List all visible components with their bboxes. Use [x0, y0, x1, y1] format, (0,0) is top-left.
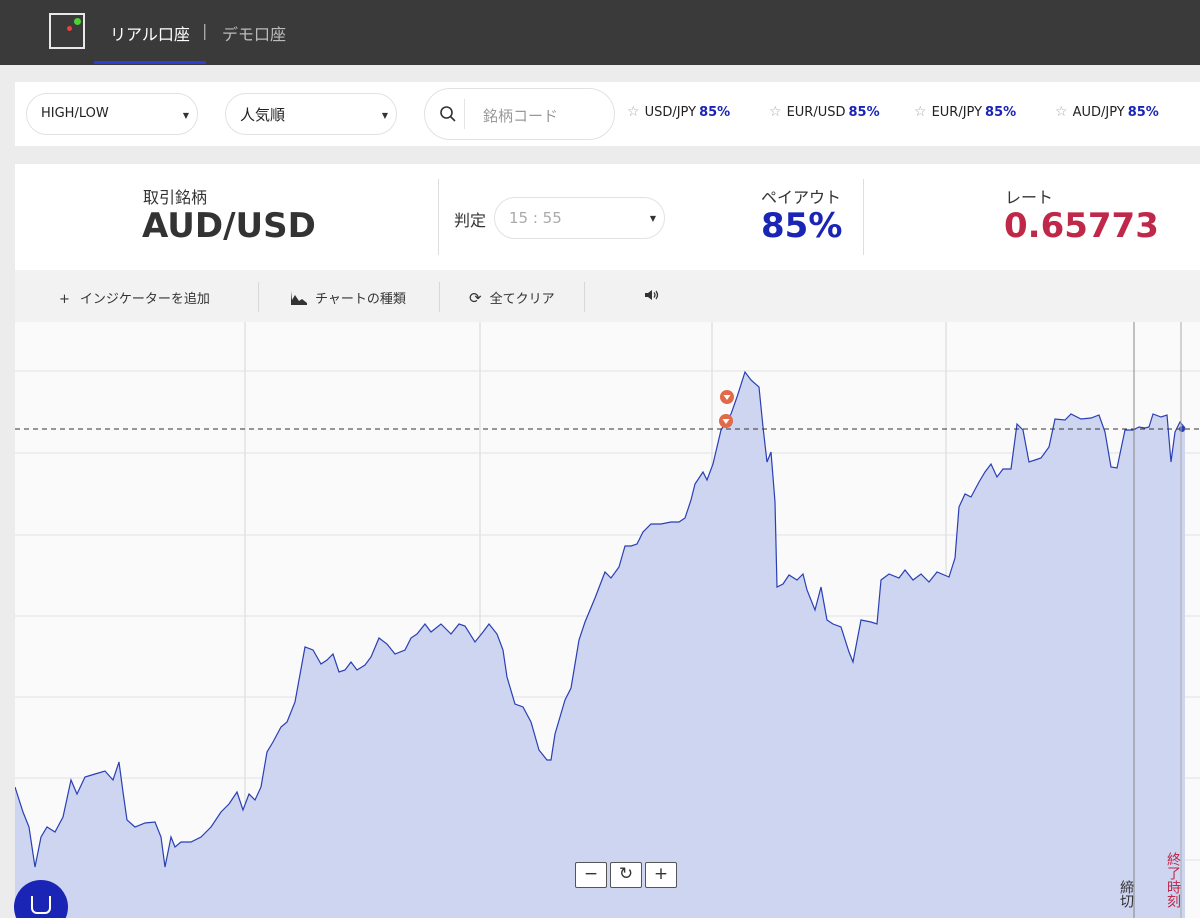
- logo-red-dot: [67, 26, 72, 31]
- judge-label: 判定: [454, 211, 487, 230]
- search-divider: [464, 99, 465, 129]
- favorite-item[interactable]: ☆ EUR/JPY 85%: [914, 104, 1016, 120]
- zoom-in-button[interactable]: +: [645, 862, 677, 888]
- chevron-down-icon: ▼: [649, 214, 656, 223]
- logo-green-dot: [74, 18, 81, 25]
- add-indicator-button[interactable]: + インジケーターを追加: [59, 288, 210, 307]
- chevron-down-icon: ▼: [182, 111, 189, 120]
- price-chart-canvas: [15, 322, 1200, 918]
- trade-info-panel: 取引銘柄 AUD/USD 判定 15 : 55 ▼ ペイアウト 85% レート …: [15, 164, 1200, 270]
- price-chart[interactable]: [15, 322, 1200, 918]
- expiry-time-label: 終了時刻: [1165, 852, 1181, 908]
- deadline-label: 締切: [1118, 880, 1134, 908]
- star-icon[interactable]: ☆: [1055, 104, 1068, 120]
- judge-time-select[interactable]: 15 : 55 ▼: [494, 197, 665, 239]
- speaker-icon: [645, 290, 659, 300]
- favorite-payout: 85%: [1127, 105, 1159, 120]
- divider: [863, 179, 864, 255]
- filter-bar: HIGH/LOW ▼ 人気順 ▼ 銘柄コード ☆ USD/JPY 85% ☆ EUR/…: [15, 82, 1200, 146]
- option-type-value: HIGH/LOW: [41, 106, 109, 121]
- option-type-select[interactable]: HIGH/LOW ▼: [26, 93, 198, 135]
- search-input[interactable]: 銘柄コード: [424, 88, 615, 140]
- plus-icon: +: [59, 292, 70, 307]
- favorite-payout: 85%: [699, 105, 731, 120]
- favorite-payout: 85%: [985, 105, 1017, 120]
- favorite-item[interactable]: ☆ USD/JPY 85%: [627, 104, 730, 120]
- asset-value: AUD/USD: [142, 206, 316, 246]
- favorite-symbol: AUD/JPY: [1072, 105, 1125, 120]
- favorite-item[interactable]: ☆ AUD/JPY 85%: [1055, 104, 1159, 120]
- star-icon[interactable]: ☆: [769, 104, 782, 120]
- chat-icon: [31, 896, 51, 914]
- payout-label: ペイアウト: [761, 188, 842, 207]
- toolbar-divider: [584, 282, 585, 312]
- payout-value: 85%: [761, 206, 843, 246]
- chart-type-button[interactable]: チャートの種類: [291, 288, 406, 307]
- asset-label: 取引銘柄: [143, 188, 208, 207]
- clear-all-label: 全てクリア: [489, 292, 555, 307]
- logo[interactable]: [49, 13, 85, 49]
- rate-value: 0.65773: [1004, 206, 1159, 246]
- judge-time-value: 15 : 55: [509, 209, 562, 227]
- sort-value: 人気順: [240, 106, 286, 124]
- favorite-item[interactable]: ☆ EUR/USD 85%: [769, 104, 880, 120]
- star-icon[interactable]: ☆: [914, 104, 927, 120]
- add-indicator-label: インジケーターを追加: [79, 292, 210, 307]
- chart-toolbar: + インジケーターを追加 チャートの種類 ⟳ 全てクリア: [15, 270, 1200, 322]
- toolbar-divider: [258, 282, 259, 312]
- area-chart-icon: [291, 291, 307, 305]
- sort-select[interactable]: 人気順 ▼: [225, 93, 397, 135]
- sound-toggle[interactable]: [644, 288, 660, 306]
- favorite-payout: 85%: [848, 105, 880, 120]
- price-area-fill: [15, 372, 1185, 918]
- favorite-symbol: USD/JPY: [644, 105, 697, 120]
- chart-type-label: チャートの種類: [315, 292, 406, 307]
- chevron-down-icon: ▼: [381, 111, 388, 120]
- divider: [438, 179, 439, 255]
- search-icon: [440, 106, 456, 122]
- refresh-icon: ⟳: [469, 289, 482, 307]
- tab-demo-account[interactable]: デモ口座: [222, 21, 286, 45]
- search-placeholder: 銘柄コード: [483, 107, 559, 125]
- top-nav-bar: リアル口座 | デモ口座: [0, 0, 1200, 65]
- current-rate-dot: [1179, 426, 1185, 432]
- tab-real-account[interactable]: リアル口座: [110, 21, 190, 45]
- zoom-reset-button[interactable]: ↻: [610, 862, 642, 888]
- rate-label: レート: [1005, 188, 1054, 207]
- active-tab-indicator: [94, 61, 206, 64]
- tab-separator: |: [202, 21, 208, 40]
- favorite-symbol: EUR/USD: [786, 105, 846, 120]
- toolbar-divider: [439, 282, 440, 312]
- zoom-out-button[interactable]: −: [575, 862, 607, 888]
- clear-all-button[interactable]: ⟳ 全てクリア: [469, 288, 555, 307]
- star-icon[interactable]: ☆: [627, 104, 640, 120]
- favorite-symbol: EUR/JPY: [931, 105, 983, 120]
